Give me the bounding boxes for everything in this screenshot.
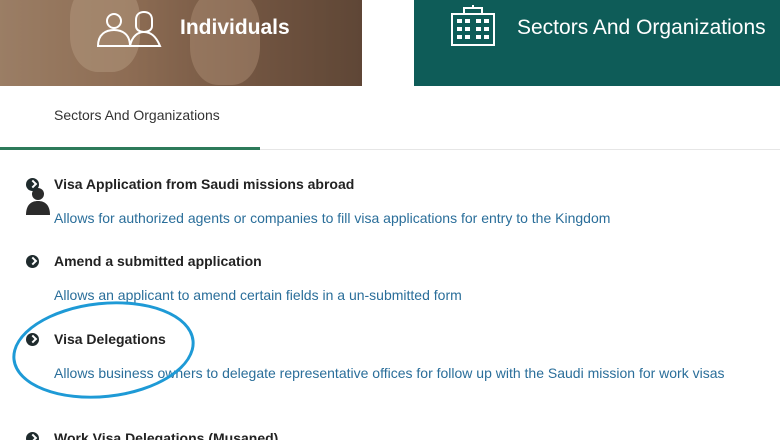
person-icon [26,188,50,215]
highlight-circle [7,292,200,408]
chevron-right-circle-icon [26,333,39,346]
chevron-right-circle-icon [26,255,39,268]
active-tab-underline [0,147,260,150]
tab-sectors-label: Sectors And Organizations [517,16,766,39]
service-description[interactable]: Allows business owners to delegate repre… [54,361,734,385]
subheader-title: Sectors And Organizations [54,107,220,123]
tab-individuals[interactable]: Individuals [0,0,362,86]
subheader: Sectors And Organizations [0,86,780,215]
service-description[interactable]: Allows for authorized agents or companie… [54,206,734,230]
service-description[interactable]: Allows an applicant to amend certain fie… [54,283,734,307]
photo-overlay [0,0,362,86]
chevron-right-circle-icon [26,178,39,191]
tab-individuals-label: Individuals [180,16,290,39]
service-title[interactable]: Visa Delegations [54,331,166,347]
building-icon [451,5,495,46]
people-icon [96,10,162,47]
service-title[interactable]: Visa Application from Saudi missions abr… [54,176,354,192]
main-tabs: Individuals Sectors And Organizations [0,0,780,86]
chevron-right-circle-icon [26,432,39,440]
service-title[interactable]: Work Visa Delegations (Musaned) [54,430,278,440]
service-title[interactable]: Amend a submitted application [54,253,262,269]
tab-sectors-and-organizations[interactable]: Sectors And Organizations [414,0,780,86]
